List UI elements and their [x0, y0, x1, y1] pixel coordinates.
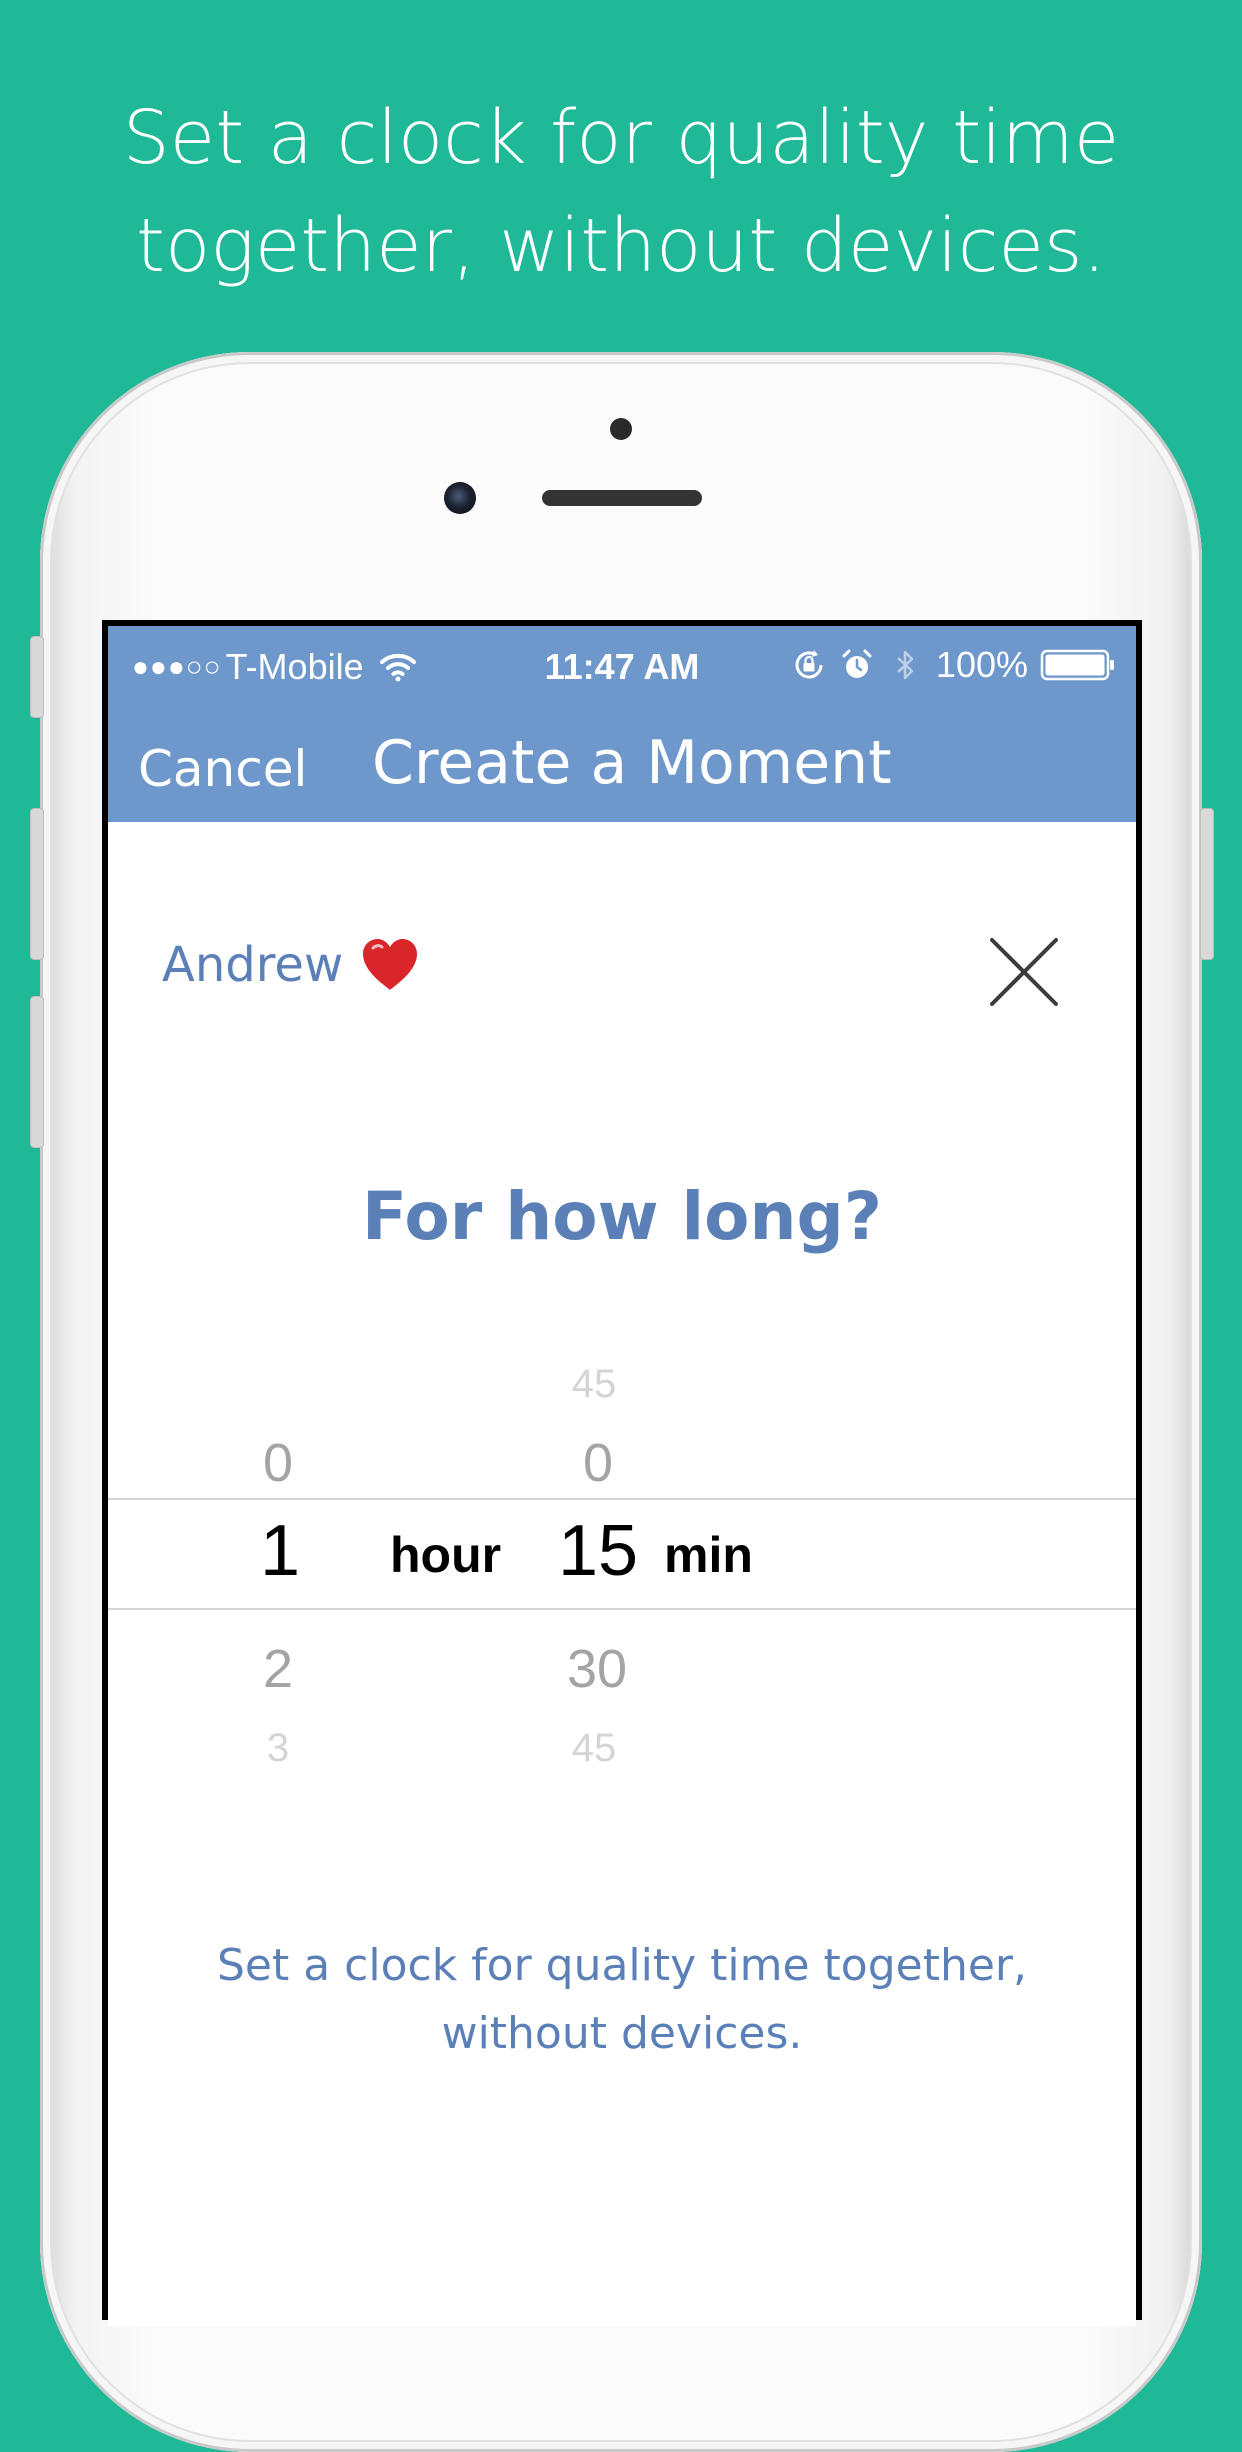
picker-selection-bottom-line [108, 1608, 1136, 1610]
phone-screen: ●●●○○ T-Mobile 11:47 AM 100% Cancel Crea… [102, 620, 1142, 2326]
status-right: 100% [792, 644, 1116, 686]
caption-text: Set a clock for quality time together, w… [108, 1932, 1136, 2068]
app-store-screenshot: { "headline": { "line1": "Set a clock fo… [0, 0, 1242, 2452]
front-camera [444, 482, 476, 514]
mute-switch [30, 636, 44, 718]
selected-person: Andrew [162, 936, 421, 994]
minute-unit-label: min [664, 1527, 753, 1583]
power-button [1200, 808, 1214, 960]
caption-line1: Set a clock for quality time together, [216, 1940, 1028, 1991]
minute-option[interactable]: 0 [558, 1432, 638, 1494]
heart-icon [363, 939, 418, 990]
volume-up-button [30, 808, 44, 960]
battery-icon [1040, 649, 1114, 681]
app-display: ●●●○○ T-Mobile 11:47 AM 100% Cancel Crea… [108, 626, 1136, 2326]
battery-percentage: 100% [935, 644, 1028, 685]
navigation-bar: Cancel Create a Moment [108, 706, 1136, 822]
status-bar: ●●●○○ T-Mobile 11:47 AM 100% [108, 626, 1136, 706]
duration-question: For how long? [361, 1178, 883, 1255]
volume-down-button [30, 996, 44, 1148]
promo-headline: Set a clock for quality time together, w… [0, 84, 1242, 300]
earpiece-speaker [542, 490, 702, 506]
close-icon[interactable] [988, 936, 1060, 1008]
alarm-icon [842, 649, 872, 678]
minute-selected[interactable]: 15 [548, 1510, 648, 1592]
rotation-lock-icon [795, 650, 823, 679]
minute-option[interactable]: 30 [552, 1638, 642, 1700]
picker-selection-top-line [108, 1498, 1136, 1500]
hour-option[interactable]: 0 [238, 1432, 318, 1494]
promo-headline-line2: together, without devices. [136, 203, 1106, 289]
caption-line2: without devices. [441, 2008, 803, 2059]
promo-headline-line1: Set a clock for quality time [122, 95, 1120, 181]
person-name: Andrew [162, 937, 344, 993]
minute-option[interactable]: 45 [554, 1726, 634, 1771]
hour-option[interactable]: 3 [238, 1726, 318, 1771]
hour-unit-label: hour [390, 1527, 502, 1583]
proximity-sensor [610, 418, 632, 440]
cancel-button[interactable]: Cancel [138, 740, 307, 798]
hour-option[interactable]: 2 [238, 1638, 318, 1700]
minute-option[interactable]: 45 [554, 1362, 634, 1407]
nav-title: Create a Moment [372, 728, 892, 798]
hour-selected[interactable]: 1 [240, 1510, 320, 1592]
bluetooth-icon [897, 650, 914, 680]
